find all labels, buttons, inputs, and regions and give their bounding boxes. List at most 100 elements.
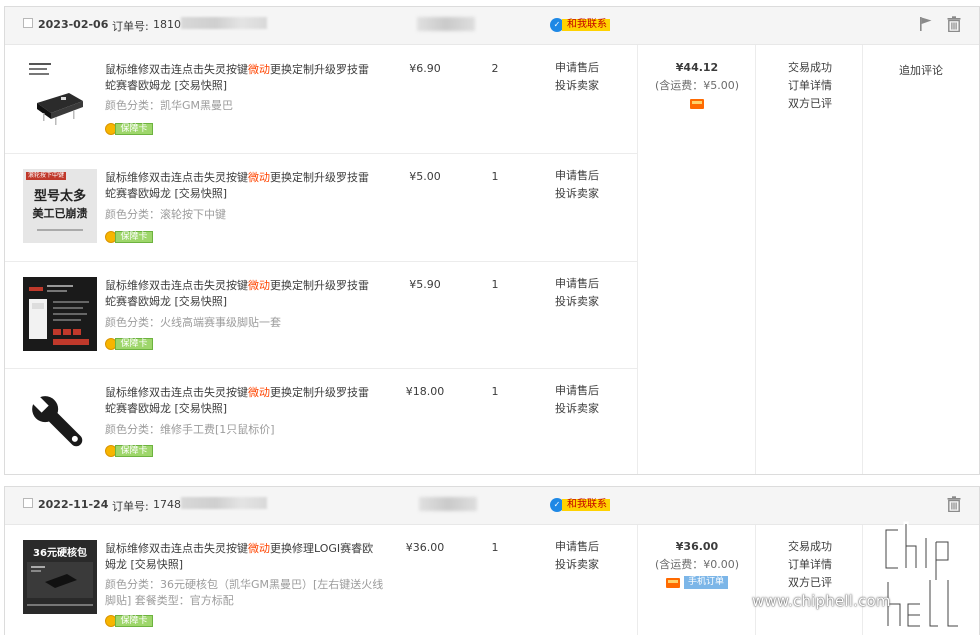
product-sku: 颜色分类：凯华GM黑曼巴 xyxy=(105,99,234,112)
quantity: 1 xyxy=(491,278,499,291)
column-divider xyxy=(637,45,638,474)
unit-price: ¥5.90 xyxy=(409,278,441,291)
chiphell-watermark-logo xyxy=(883,521,961,629)
order-date: 2023-02-06 xyxy=(38,18,109,31)
quantity: 2 xyxy=(491,62,499,75)
contact-seller-label: 和我联系 xyxy=(562,499,610,511)
product-title-link[interactable]: 鼠标维修双击连点击失灵按键微动更换定制升级罗技雷蛇赛睿欧姆龙 [交易快照] xyxy=(105,62,375,94)
guarantee-badge[interactable]: 保障卡 xyxy=(105,615,153,628)
shipping-fee: (含运费：¥5.00) xyxy=(654,79,740,92)
guarantee-badge[interactable]: 保障卡 xyxy=(105,231,153,244)
order-item-row: 鼠标维修双击连点击失灵按键微动更换定制升级罗技雷蛇赛睿欧姆龙 [交易快照] 颜色… xyxy=(5,368,637,474)
thumb-headline-2: 美工已崩溃 xyxy=(32,207,88,220)
delete-order-icon[interactable] xyxy=(947,16,961,32)
unit-price: ¥6.90 xyxy=(409,62,441,75)
column-divider xyxy=(755,45,756,474)
order-detail-link[interactable]: 订单详情 xyxy=(757,77,863,95)
order-item-row: 鼠标维修双击连点击失灵按键微动更换定制升级罗技雷蛇赛睿欧姆龙 [交易快照] 颜色… xyxy=(5,261,637,368)
product-sku: 颜色分类：维修手工费[1只鼠标价] xyxy=(105,423,275,436)
thumb-red-tag: 滚轮按下中键 xyxy=(26,172,66,180)
delete-order-icon[interactable] xyxy=(947,496,961,512)
trade-status: 交易成功 xyxy=(788,540,832,553)
after-sale-actions: 申请售后 投诉卖家 xyxy=(555,167,615,203)
redacted-seller-name[interactable] xyxy=(419,497,477,511)
unit-price: ¥18.00 xyxy=(405,385,445,398)
guarantee-badge[interactable]: 保障卡 xyxy=(105,445,153,458)
shipping-fee: (含运费：¥0.00) xyxy=(654,558,740,571)
total-amount: ¥36.00 xyxy=(675,540,719,553)
unit-price: ¥5.00 xyxy=(409,170,441,183)
product-thumbnail-feet-pads[interactable] xyxy=(23,277,97,351)
after-sale-actions: 申请售后 投诉卖家 xyxy=(555,538,615,574)
guarantee-badge[interactable]: 保障卡 xyxy=(105,338,153,351)
product-thumbnail-micro-switch[interactable] xyxy=(23,57,97,131)
mobile-order-badge: 手机订单 xyxy=(683,576,728,589)
product-sku: 颜色分类：火线高端赛事级脚贴一套 xyxy=(105,316,281,329)
product-sku: 颜色分类：36元硬核包（凯华GM黑曼巴）[左右键送火线脚贴] 套餐类型：官方标配 xyxy=(105,578,384,607)
complain-seller-link[interactable]: 投诉卖家 xyxy=(555,293,615,311)
unit-price: ¥36.00 xyxy=(405,541,445,554)
guarantee-badge[interactable]: 保障卡 xyxy=(105,123,153,136)
order-date: 2022-11-24 xyxy=(38,498,109,511)
after-sale-actions: 申请售后 投诉卖家 xyxy=(555,382,615,418)
order-card: 2023-02-06 订单号: 1810 ✓ 和我联系 鼠标维修双击连点击失灵按… xyxy=(4,6,980,475)
micro-switch-image xyxy=(29,63,83,125)
total-amount: ¥44.12 xyxy=(675,61,719,74)
product-thumbnail-poster[interactable]: 滚轮按下中键 型号太多 美工已崩溃 xyxy=(23,169,97,243)
apply-after-sale-link[interactable]: 申请售后 xyxy=(555,538,615,556)
add-review-link[interactable]: 追加评论 xyxy=(863,62,979,78)
apply-after-sale-link[interactable]: 申请售后 xyxy=(555,382,615,400)
quantity: 1 xyxy=(491,385,499,398)
product-title-link[interactable]: 鼠标维修双击连点击失灵按键微动更换定制升级罗技雷蛇赛睿欧姆龙 [交易快照] xyxy=(105,385,375,417)
order-header: 2023-02-06 订单号: 1810 ✓ 和我联系 xyxy=(5,7,979,45)
redacted-order-number xyxy=(181,17,267,29)
order-detail-link[interactable]: 订单详情 xyxy=(757,556,863,574)
order-select-checkbox[interactable] xyxy=(23,18,33,28)
apply-after-sale-link[interactable]: 申请售后 xyxy=(555,167,615,185)
product-sku: 颜色分类：滚轮按下中键 xyxy=(105,208,226,221)
quantity: 1 xyxy=(491,541,499,554)
feet-pads-image xyxy=(29,285,89,345)
order-card: 2022-11-24 订单号: 1748 ✓ 和我联系 36元硬核包 鼠标维修双… xyxy=(4,486,980,635)
product-title-link[interactable]: 鼠标维修双击连点击失灵按键微动更换定制升级罗技雷蛇赛睿欧姆龙 [交易快照] xyxy=(105,278,375,310)
thumb-headline-1: 型号太多 xyxy=(33,189,86,204)
order-number-value: 1810 xyxy=(153,18,181,31)
order-item-row: 鼠标维修双击连点击失灵按键微动更换定制升级罗技雷蛇赛睿欧姆龙 [交易快照] 颜色… xyxy=(5,45,637,153)
order-select-checkbox[interactable] xyxy=(23,498,33,508)
product-thumbnail-wrench[interactable] xyxy=(23,387,97,461)
complain-seller-link[interactable]: 投诉卖家 xyxy=(555,185,615,203)
product-title-link[interactable]: 鼠标维修双击连点击失灵按键微动更换修理LOGI赛睿欧姆龙 [交易快照] xyxy=(105,541,375,573)
review-status: 双方已评 xyxy=(788,97,832,110)
complain-seller-link[interactable]: 投诉卖家 xyxy=(555,77,615,95)
product-thumbnail-hardcore-pack[interactable]: 36元硬核包 xyxy=(23,540,97,614)
apply-after-sale-link[interactable]: 申请售后 xyxy=(555,275,615,293)
redacted-seller-name[interactable] xyxy=(417,17,475,31)
quantity: 1 xyxy=(491,170,499,183)
complain-seller-link[interactable]: 投诉卖家 xyxy=(555,556,615,574)
order-number-label: 订单号: xyxy=(112,20,149,33)
contact-seller-label: 和我联系 xyxy=(562,19,610,31)
apply-after-sale-link[interactable]: 申请售后 xyxy=(555,59,615,77)
column-divider xyxy=(637,525,638,635)
product-title-link[interactable]: 鼠标维修双击连点击失灵按键微动更换定制升级罗技雷蛇赛睿欧姆龙 [交易快照] xyxy=(105,170,375,202)
after-sale-actions: 申请售后 投诉卖家 xyxy=(555,59,615,95)
flag-icon[interactable] xyxy=(919,16,933,32)
wrench-icon xyxy=(30,394,83,447)
order-item-row: 36元硬核包 鼠标维修双击连点击失灵按键微动更换修理LOGI赛睿欧姆龙 [交易快… xyxy=(5,525,637,635)
order-status: 交易成功 订单详情 双方已评 xyxy=(757,538,863,592)
trade-status: 交易成功 xyxy=(788,61,832,74)
hardcore-pack-image xyxy=(27,562,93,606)
order-total: ¥44.12 (含运费：¥5.00) xyxy=(641,59,753,112)
order-total: ¥36.00 (含运费：¥0.00) 手机订单 xyxy=(641,538,753,591)
order-status: 交易成功 订单详情 双方已评 xyxy=(757,59,863,113)
watermark-url: www.chiphell.com xyxy=(752,592,891,610)
order-item-row: 滚轮按下中键 型号太多 美工已崩溃 鼠标维修双击连点击失灵按键微动更换定制升级罗… xyxy=(5,153,637,261)
column-divider xyxy=(755,525,756,635)
after-sale-actions: 申请售后 投诉卖家 xyxy=(555,275,615,311)
credit-card-icon xyxy=(665,578,680,588)
credit-card-icon xyxy=(690,99,704,109)
order-number-label: 订单号: xyxy=(112,500,149,513)
order-header: 2022-11-24 订单号: 1748 ✓ 和我联系 xyxy=(5,487,979,525)
thumb-footer-line xyxy=(37,229,83,231)
complain-seller-link[interactable]: 投诉卖家 xyxy=(555,400,615,418)
